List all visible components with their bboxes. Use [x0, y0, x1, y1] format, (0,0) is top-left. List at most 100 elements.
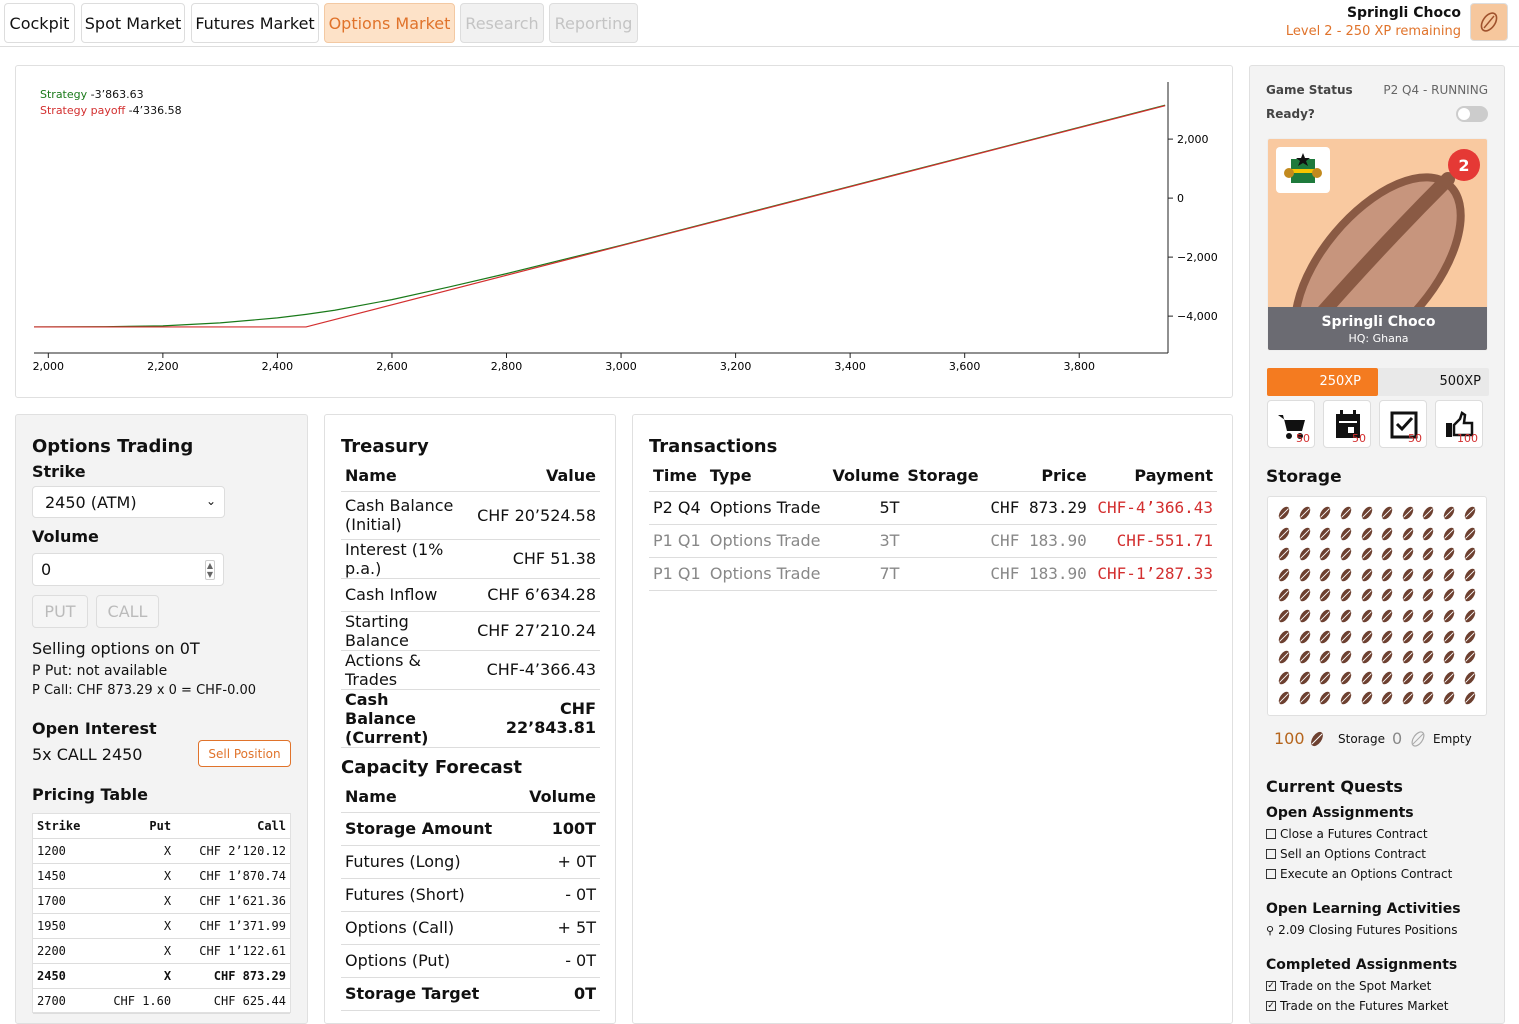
pricing-put: X: [163, 893, 172, 908]
pricing-row: 1950 X CHF 1’371.99: [33, 913, 290, 938]
sell-position-button[interactable]: Sell Position: [198, 740, 291, 767]
capacity-row: Options (Call) + 5T: [341, 911, 600, 944]
call-button[interactable]: CALL: [96, 595, 159, 628]
pricing-put: X: [163, 968, 172, 983]
cocoa-bean-icon: [1423, 506, 1434, 520]
cocoa-bean-icon: [1340, 547, 1352, 561]
transaction-row: P2 Q4 Options Trade 5T CHF 873.29 CHF-4’366.…: [649, 491, 1217, 524]
unchecked-box-icon: [1266, 849, 1276, 859]
transaction-row: P1 Q1 Options Trade 3T CHF 183.90 CHF-551.71: [649, 524, 1217, 557]
pricing-call: CHF 873.29: [213, 968, 286, 983]
treasury-row: Cash Balance (Initial) CHF 20’524.58: [341, 491, 600, 539]
capacity-row: Storage Target 0T: [341, 977, 600, 1010]
cocoa-bean-icon: [1423, 589, 1434, 602]
trans-type: Options Trade: [709, 531, 821, 550]
treasury-row: Starting Balance CHF 27’210.24: [341, 611, 600, 650]
pricing-table-wrap: Strike Put Call 1200 X CHF 2’120.12 1450 X CHF …: [32, 813, 291, 1013]
tab-futures-market[interactable]: Futures Market: [191, 3, 319, 43]
cocoa-bean-icon: [1340, 671, 1352, 685]
put-button[interactable]: PUT: [32, 595, 88, 628]
treasury-value: CHF 51.38: [512, 549, 596, 568]
cocoa-bean-icon: [1464, 671, 1475, 685]
trans-storage: [903, 491, 984, 524]
ready-toggle-knob: [1458, 108, 1470, 120]
cocoa-bean-icon: [1279, 568, 1290, 582]
x-tick-label: 2,600: [376, 360, 408, 373]
tab-reporting: Reporting: [549, 3, 638, 43]
game-status-value: P2 Q4 - RUNNING: [1383, 83, 1488, 97]
cocoa-bean-icon: [1443, 589, 1455, 602]
strategy-line: [33, 104, 1166, 328]
ghana-coat-of-arms-icon: [1284, 153, 1322, 183]
legend-strategy-name: Strategy: [40, 88, 88, 101]
cocoa-bean-icon: [1320, 650, 1331, 664]
cocoa-bean-icon: [1320, 671, 1331, 685]
put-price-info: P Put: not available: [32, 663, 168, 679]
pricing-strike: 2700: [37, 993, 66, 1008]
cocoa-bean-icon: [1361, 671, 1372, 685]
completed-label: Trade on the Spot Market: [1280, 979, 1432, 993]
capacity-value: 0T: [573, 984, 596, 1003]
y-tick-label: 2,000: [1177, 133, 1209, 146]
cocoa-bean-icon: [1320, 692, 1331, 705]
tab-spot-market[interactable]: Spot Market: [81, 3, 185, 43]
cocoa-bean-icon: [1464, 589, 1475, 602]
cocoa-bean-icon: [1382, 589, 1393, 602]
avatar[interactable]: [1470, 3, 1508, 41]
capacity-name: Futures (Short): [345, 885, 465, 904]
cocoa-bean-icon: [1299, 609, 1311, 623]
y-tick-label: −4,000: [1177, 310, 1218, 323]
open-interest-value: 5x CALL 2450: [32, 745, 143, 764]
x-tick-label: 3,600: [949, 360, 981, 373]
strike-label: Strike: [32, 462, 86, 481]
cocoa-bean-icon: [1340, 650, 1352, 664]
completed-item: ✓ Trade on the Spot Market: [1266, 979, 1431, 993]
strike-select[interactable]: 2450 (ATM) ⌄: [32, 486, 225, 518]
cocoa-bean-icon: [1423, 650, 1434, 664]
cocoa-bean-icon: [1464, 609, 1475, 623]
cocoa-bean-icon: [1423, 547, 1434, 561]
buy-action-button[interactable]: 50: [1267, 400, 1315, 448]
chevron-down-icon: ⌄: [205, 494, 216, 508]
tab-options-market[interactable]: Options Market: [324, 3, 455, 43]
trans-type: Options Trade: [709, 498, 821, 517]
quests-title: Current Quests: [1266, 777, 1403, 796]
learning-label: 2.09 Closing Futures Positions: [1278, 923, 1458, 937]
transaction-row: P1 Q1 Options Trade 7T CHF 183.90 CHF-1’287.…: [649, 557, 1217, 590]
trans-payment: CHF-4’366.43: [1097, 498, 1213, 517]
cocoa-bean-icon: [1382, 692, 1393, 705]
ready-toggle[interactable]: [1456, 106, 1488, 122]
company-card[interactable]: 2 Springli Choco HQ: Ghana: [1267, 138, 1488, 351]
pricing-call: CHF 2’120.12: [199, 843, 286, 858]
cocoa-bean-icon: [1464, 568, 1475, 582]
volume-input[interactable]: 0 ▲ ▼: [32, 553, 224, 586]
treasury-header-name: Name: [345, 466, 397, 486]
cocoa-bean-icon: [1382, 568, 1393, 582]
xp-current: 250XP: [1319, 374, 1361, 389]
pricing-put: X: [163, 918, 172, 933]
trans-price: CHF 873.29: [990, 498, 1087, 517]
transport-action-button[interactable]: 100: [1435, 400, 1483, 448]
learning-item[interactable]: ⚲ 2.09 Closing Futures Positions: [1266, 923, 1458, 937]
pricing-header-call: Call: [257, 818, 286, 833]
calendar-action-button[interactable]: 50: [1323, 400, 1371, 448]
trans-time: P1 Q1: [653, 564, 701, 583]
trans-payment: CHF-1’287.33: [1097, 564, 1213, 583]
cocoa-bean-icon: [1402, 506, 1414, 520]
tab-cockpit[interactable]: Cockpit: [4, 3, 75, 43]
check-action-button[interactable]: 50: [1379, 400, 1427, 448]
strategy-payoff-line: [34, 105, 1166, 328]
cocoa-bean-icon: [1279, 527, 1290, 540]
capacity-name: Futures (Long): [345, 852, 461, 871]
stepper-icon[interactable]: ▲ ▼: [204, 560, 215, 580]
completed-label: Trade on the Futures Market: [1280, 999, 1449, 1013]
xp-progress-bar: 250XP 500XP: [1267, 368, 1489, 396]
checked-box-icon: ✓: [1266, 1001, 1276, 1011]
x-tick-label: 2,200: [147, 360, 179, 373]
quest-label: Execute an Options Contract: [1280, 867, 1453, 881]
x-tick-label: 2,000: [33, 360, 64, 373]
cocoa-bean-icon: [1279, 630, 1290, 643]
capacity-name: Options (Call): [345, 918, 455, 937]
cocoa-bean-icon: [1423, 692, 1434, 705]
pricing-table: Strike Put Call 1200 X CHF 2’120.12 1450 X CHF …: [33, 814, 290, 1014]
